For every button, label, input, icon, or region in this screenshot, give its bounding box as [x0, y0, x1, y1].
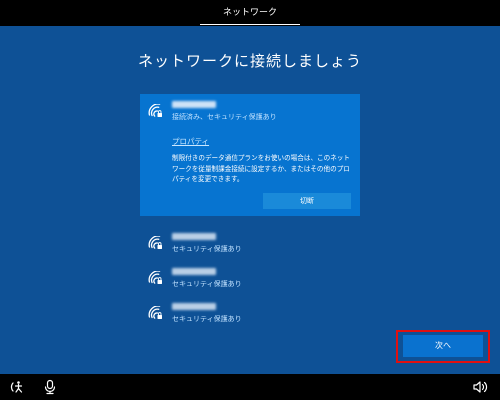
wifi-secured-icon: [148, 236, 162, 249]
wifi-secured-icon: [148, 104, 162, 117]
metered-connection-description: 制限付きのデータ通信プランをお使いの場合は、このネットワークを従量制課金接続に設…: [172, 154, 351, 183]
disconnect-button[interactable]: 切断: [263, 193, 351, 209]
properties-link[interactable]: プロパティ: [172, 136, 209, 147]
network-item[interactable]: xxxxx-xxxxx セキュリティ保護あり: [140, 226, 360, 260]
progress-step-underline: [200, 24, 300, 25]
wifi-secured-icon: [148, 271, 162, 284]
ease-of-access-icon[interactable]: [10, 379, 26, 395]
wifi-secured-icon: [148, 306, 162, 319]
top-progress-bar: ネットワーク: [0, 0, 500, 26]
network-ssid: xxxxx-xxxxx: [172, 267, 216, 276]
network-ssid: xxxxx-xxxxx: [172, 100, 216, 109]
network-status: 接続済み、セキュリティ保護あり: [172, 113, 277, 121]
progress-step-network: ネットワーク: [222, 8, 277, 18]
network-status: セキュリティ保護あり: [172, 315, 242, 323]
network-item-connected[interactable]: xxxxx-xxxxx 接続済み、セキュリティ保護あり プロパティ 制限付きのデ…: [140, 94, 360, 216]
page-title: ネットワークに接続しましょう: [137, 52, 362, 70]
network-item[interactable]: xxxxx-xxxxx セキュリティ保護あり: [140, 261, 360, 295]
volume-icon[interactable]: [472, 379, 488, 395]
oobe-network-screen: ネットワーク ネットワークに接続しましょう xxxxx-xxxxx 接続済み、セ…: [0, 0, 500, 400]
bottom-system-bar: [0, 374, 500, 400]
network-ssid: xxxxx-xxxxx: [172, 302, 216, 311]
network-ssid: xxxxx-xxxxx: [172, 232, 216, 241]
network-item[interactable]: xxxxx-xxxxx セキュリティ保護あり: [140, 296, 360, 330]
network-status: セキュリティ保護あり: [172, 280, 242, 288]
next-button[interactable]: 次へ: [403, 335, 483, 357]
network-status: セキュリティ保護あり: [172, 245, 242, 253]
microphone-icon[interactable]: [42, 379, 58, 395]
